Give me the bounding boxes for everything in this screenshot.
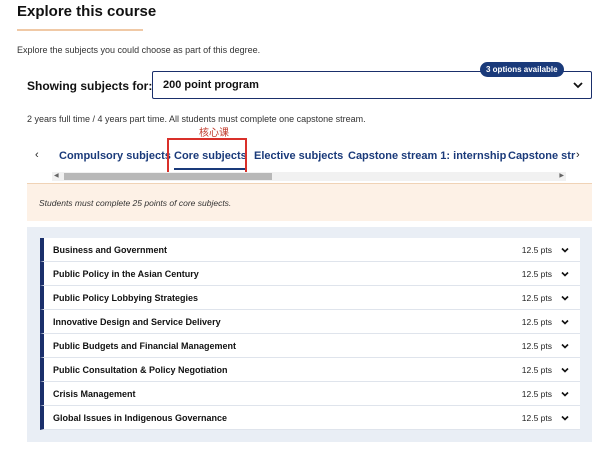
subject-row[interactable]: Public Consultation & Policy Negotiation… (40, 358, 580, 382)
tab-capstone-stream-1[interactable]: Capstone stream 1: internship (348, 150, 506, 162)
program-select-value: 200 point program (163, 79, 259, 91)
chevron-down-icon[interactable] (560, 341, 570, 351)
title-underline (17, 29, 143, 31)
subject-row[interactable]: Innovative Design and Service Delivery 1… (40, 310, 580, 334)
subject-row[interactable]: Public Policy Lobbying Strategies 12.5 p… (40, 286, 580, 310)
chevron-down-icon (573, 82, 583, 89)
chevron-down-icon[interactable] (560, 413, 570, 423)
subject-row[interactable]: Global Issues in Indigenous Governance 1… (40, 406, 580, 430)
subject-name: Innovative Design and Service Delivery (53, 317, 221, 327)
chevron-down-icon[interactable] (560, 245, 570, 255)
chevron-down-icon[interactable] (560, 293, 570, 303)
scroll-thumb[interactable] (64, 173, 272, 180)
study-note: 2 years full time / 4 years part time. A… (27, 114, 366, 124)
chevron-down-icon[interactable] (560, 269, 570, 279)
subject-name: Public Consultation & Policy Negotiation (53, 365, 228, 375)
subjects-panel: Business and Government 12.5 pts Public … (27, 227, 592, 442)
tab-highlight-box (167, 138, 247, 176)
subject-name: Public Budgets and Financial Management (53, 341, 237, 351)
intro-text: Explore the subjects you could choose as… (17, 45, 261, 55)
subject-row[interactable]: Public Budgets and Financial Management … (40, 334, 580, 358)
tab-elective-subjects[interactable]: Elective subjects (254, 150, 343, 162)
subject-name: Public Policy in the Asian Century (53, 269, 199, 279)
scroll-right-icon[interactable]: ▶ (559, 172, 564, 181)
tab-capstone-stream-2[interactable]: Capstone str (508, 150, 575, 162)
tab-compulsory-subjects[interactable]: Compulsory subjects (59, 150, 171, 162)
subject-name: Business and Government (53, 245, 168, 255)
chevron-down-icon[interactable] (560, 365, 570, 375)
chevron-right-icon[interactable]: › (576, 149, 580, 161)
subject-points: 12.5 pts (521, 269, 552, 279)
showing-label: Showing subjects for: (27, 79, 153, 93)
subject-list: Business and Government 12.5 pts Public … (40, 238, 580, 430)
options-badge: 3 options available (480, 62, 564, 77)
subject-points: 12.5 pts (521, 317, 552, 327)
annotation-label: 核心课 (199, 128, 229, 139)
subject-points: 12.5 pts (521, 245, 552, 255)
subject-points: 12.5 pts (521, 413, 552, 423)
notice-text: Students must complete 25 points of core… (39, 198, 232, 208)
subject-points: 12.5 pts (521, 365, 552, 375)
subject-points: 12.5 pts (521, 293, 552, 303)
subject-points: 12.5 pts (521, 341, 552, 351)
scroll-left-icon[interactable]: ◀ (54, 172, 59, 181)
notice-banner: Students must complete 25 points of core… (27, 183, 592, 221)
subject-row[interactable]: Crisis Management 12.5 pts (40, 382, 580, 406)
chevron-left-icon[interactable]: ‹ (35, 149, 39, 161)
subject-points: 12.5 pts (521, 389, 552, 399)
subject-row[interactable]: Business and Government 12.5 pts (40, 238, 580, 262)
tab-scrollbar[interactable]: ◀ ▶ (52, 172, 566, 181)
subject-row[interactable]: Public Policy in the Asian Century 12.5 … (40, 262, 580, 286)
chevron-down-icon[interactable] (560, 317, 570, 327)
subject-name: Crisis Management (53, 389, 136, 399)
page-title: Explore this course (17, 3, 157, 20)
chevron-down-icon[interactable] (560, 389, 570, 399)
subject-name: Public Policy Lobbying Strategies (53, 293, 199, 303)
subject-name: Global Issues in Indigenous Governance (53, 413, 228, 423)
